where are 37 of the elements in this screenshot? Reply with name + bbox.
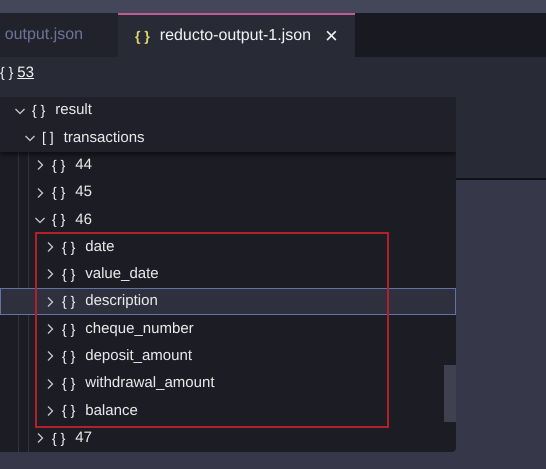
scrollbar-thumb[interactable] — [444, 365, 456, 422]
node-type-icon: [ ] — [42, 127, 54, 148]
node-type-icon: { } — [52, 182, 66, 204]
node-label[interactable]: value_date — [85, 263, 159, 286]
node-type-icon: { } — [62, 318, 76, 340]
node-type-icon: { } — [62, 400, 76, 422]
tab-label: output.json — [4, 25, 83, 45]
editor-tab[interactable]: { } reducto-output-1.json × — [118, 13, 355, 57]
node-label[interactable]: cheque_number — [85, 318, 194, 340]
close-icon[interactable]: × — [325, 25, 338, 47]
node-type-icon: { } — [52, 209, 66, 230]
object-icon: { } — [0, 62, 14, 83]
node-type-icon: { } — [62, 346, 76, 367]
node-type-icon: { } — [32, 100, 46, 122]
node-type-icon: { } — [62, 291, 76, 312]
node-type-icon: { } — [62, 264, 76, 285]
node-label[interactable]: transactions — [64, 126, 145, 150]
tab-label: reducto-output-1.json — [160, 26, 311, 46]
node-label[interactable]: date — [85, 236, 114, 258]
breadcrumb-item[interactable]: 53 — [17, 62, 34, 84]
node-label[interactable]: balance — [85, 400, 138, 422]
node-type-icon: { } — [62, 236, 76, 258]
sticky-tree-row[interactable]: [ ] transactions — [0, 124, 456, 152]
node-type-icon: { } — [52, 428, 66, 449]
json-file-icon: { } — [135, 26, 150, 46]
node-type-icon: { } — [52, 154, 66, 176]
node-label[interactable]: 45 — [75, 181, 92, 204]
node-type-icon: { } — [62, 373, 76, 394]
node-label[interactable]: description — [85, 290, 158, 313]
node-label[interactable]: 47 — [75, 426, 92, 450]
selected-tree-row[interactable]: { } description — [0, 288, 456, 316]
node-label[interactable]: result — [55, 99, 92, 122]
sticky-tree-row[interactable]: { } result — [0, 97, 456, 124]
node-label[interactable]: 44 — [75, 154, 92, 176]
node-label[interactable]: 46 — [75, 208, 92, 232]
node-label[interactable]: deposit_amount — [85, 345, 192, 368]
node-label[interactable]: withdrawal_amount — [85, 372, 214, 395]
